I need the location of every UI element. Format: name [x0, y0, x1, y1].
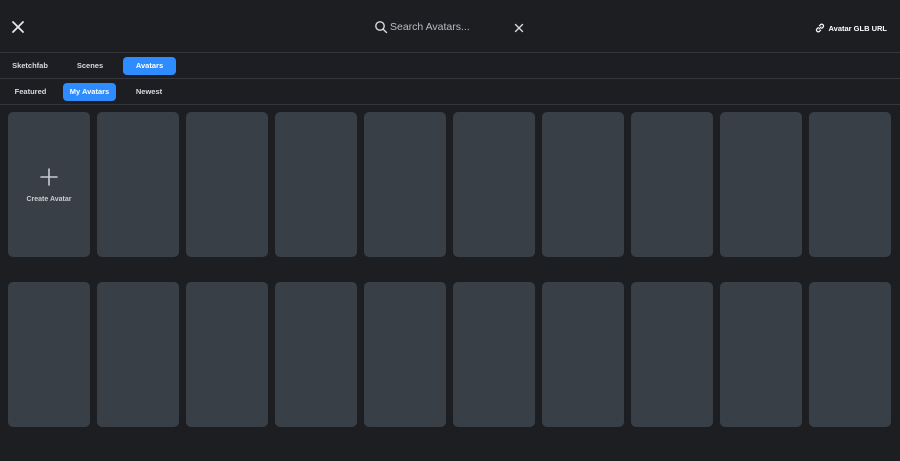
avatar-card[interactable]	[809, 282, 891, 427]
avatar-card[interactable]	[8, 282, 90, 427]
create-avatar-card[interactable]: Create Avatar	[8, 112, 90, 257]
clear-search-icon[interactable]	[513, 22, 525, 34]
tab-avatars[interactable]: Avatars	[123, 57, 176, 75]
avatar-card[interactable]	[720, 112, 802, 257]
avatar-card[interactable]	[453, 112, 535, 257]
avatar-glb-url-label: Avatar GLB URL	[828, 23, 887, 33]
avatar-card[interactable]	[186, 282, 268, 427]
link-icon	[815, 23, 824, 33]
close-button[interactable]	[9, 18, 27, 36]
search-icon	[375, 21, 388, 34]
tab-my-avatars[interactable]: My Avatars	[63, 83, 116, 101]
filter-tabs: Featured My Avatars Newest	[0, 79, 900, 105]
avatar-card[interactable]	[97, 112, 179, 257]
create-avatar-label: Create Avatar	[26, 196, 72, 203]
plus-icon	[40, 168, 58, 186]
tab-scenes[interactable]: Scenes	[66, 57, 114, 75]
search-input[interactable]	[390, 17, 508, 37]
avatar-glb-url-button[interactable]: Avatar GLB URL	[814, 21, 887, 35]
close-icon	[12, 21, 24, 33]
avatar-card[interactable]	[631, 112, 713, 257]
tab-newest[interactable]: Newest	[125, 83, 173, 101]
tab-sketchfab[interactable]: Sketchfab	[6, 57, 54, 75]
avatar-card[interactable]	[809, 112, 891, 257]
avatar-card[interactable]	[186, 112, 268, 257]
source-tabs: Sketchfab Scenes Avatars	[0, 53, 900, 79]
avatar-card[interactable]	[542, 112, 624, 257]
avatar-card[interactable]	[453, 282, 535, 427]
top-bar: Avatar GLB URL	[0, 0, 900, 53]
avatar-card[interactable]	[720, 282, 802, 427]
avatar-card[interactable]	[364, 282, 446, 427]
avatar-card[interactable]	[364, 112, 446, 257]
avatar-card[interactable]	[97, 282, 179, 427]
search-bar	[370, 16, 535, 38]
avatar-card[interactable]	[275, 112, 357, 257]
avatar-card[interactable]	[631, 282, 713, 427]
tab-featured[interactable]: Featured	[7, 83, 54, 101]
avatar-card[interactable]	[275, 282, 357, 427]
avatar-card[interactable]	[542, 282, 624, 427]
